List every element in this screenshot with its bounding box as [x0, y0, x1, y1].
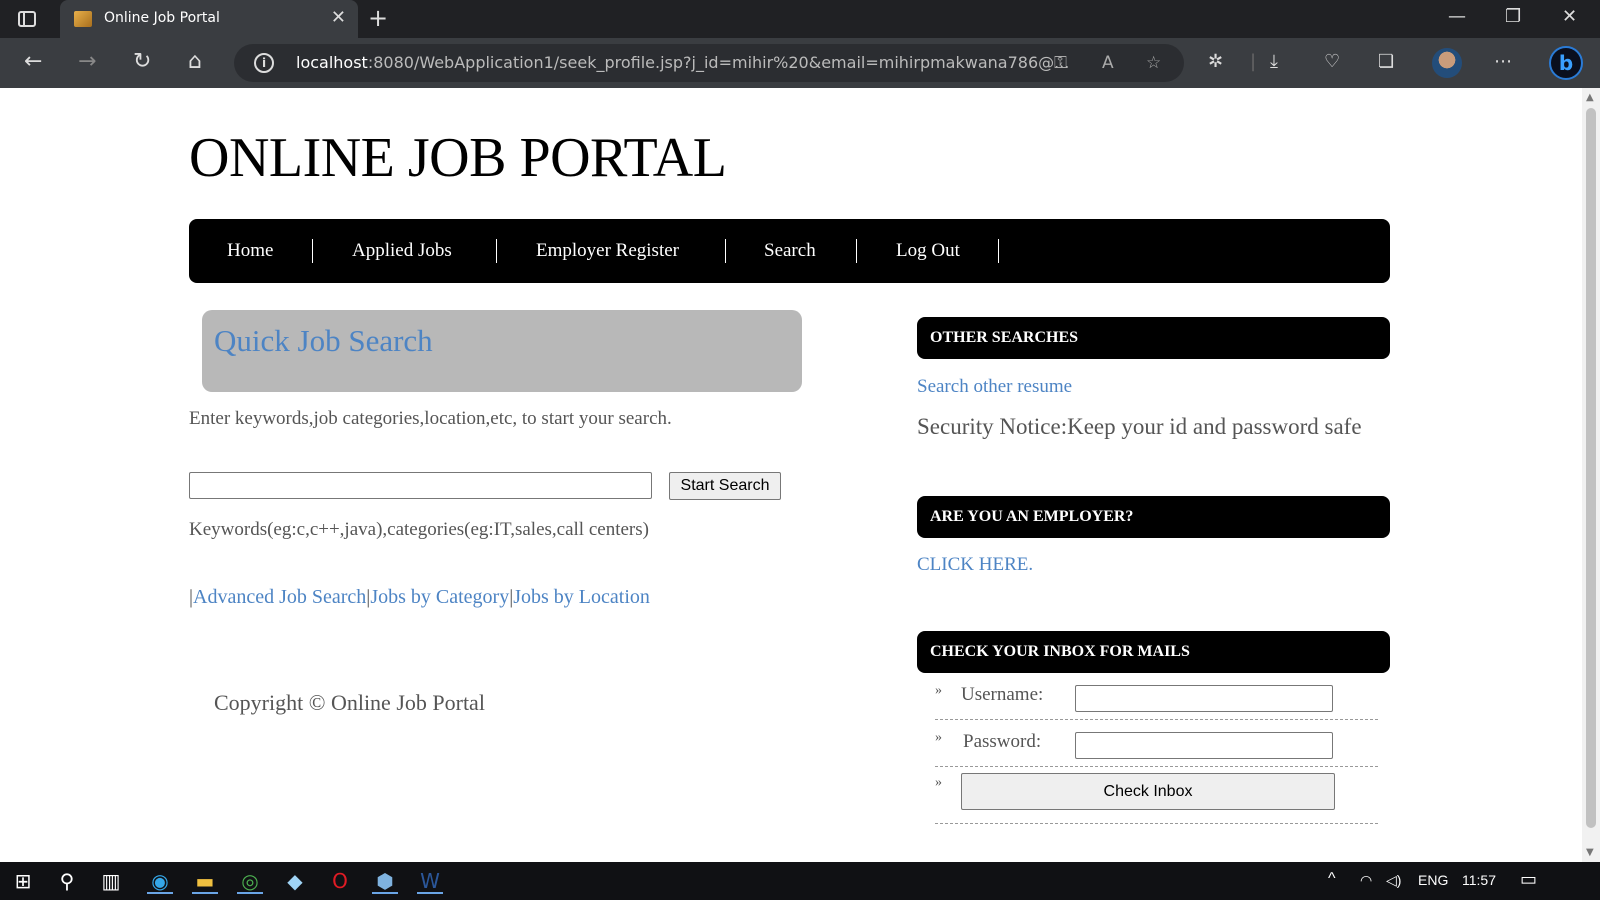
more-menu-icon[interactable]: ⋯ — [1494, 51, 1512, 72]
read-aloud-icon[interactable]: A — [1102, 53, 1114, 73]
jobs-by-location-link[interactable]: Jobs by Location — [513, 586, 650, 608]
opera-icon[interactable]: O — [327, 868, 353, 894]
employer-click-here-link[interactable]: CLICK HERE. — [917, 554, 1033, 576]
nav-separator — [312, 239, 313, 263]
toolbar-divider: | — [1250, 51, 1257, 72]
volume-icon[interactable]: ◁) — [1386, 872, 1401, 889]
employer-header: ARE YOU AN EMPLOYER? — [917, 496, 1390, 538]
quick-search-title: Quick Job Search — [214, 323, 433, 358]
scroll-down-icon[interactable]: ▼ — [1586, 847, 1594, 858]
username-row: » Username: — [935, 673, 1378, 720]
nav-search[interactable]: Search — [764, 240, 816, 262]
start-menu-icon[interactable]: ⊞ — [10, 868, 36, 894]
search-links: |Advanced Job Search|Jobs by Category|Jo… — [189, 586, 650, 609]
word-icon[interactable]: W — [417, 868, 443, 894]
restore-icon[interactable]: ❐ — [1505, 6, 1521, 27]
bullet-icon: » — [935, 683, 942, 698]
task-view-icon[interactable]: ▥ — [98, 868, 124, 894]
quick-search-header: Quick Job Search — [202, 310, 802, 392]
search-icon[interactable]: ⚲ — [54, 868, 80, 894]
browser-tab[interactable]: Online Job Portal ✕ — [60, 0, 358, 38]
wifi-icon[interactable]: ◠ — [1360, 872, 1372, 889]
site-favicon-icon — [74, 11, 92, 27]
favorite-add-icon[interactable]: ☆ — [1146, 53, 1161, 73]
inbox-header: CHECK YOUR INBOX FOR MAILS — [917, 631, 1390, 673]
page-scrollbar[interactable]: ▲ ▼ — [1582, 88, 1600, 862]
password-row: » Password: — [935, 720, 1378, 767]
browser-essentials-icon[interactable]: ♡ — [1324, 51, 1340, 72]
windows-taskbar: ⊞ ⚲ ▥ ◉ ▬ ◎ ◆ O ⬢ W ^ ◠ ◁) ENG 11:57 ▭ — [0, 862, 1600, 900]
bullet-icon: » — [935, 775, 942, 790]
show-hidden-icons[interactable]: ^ — [1328, 870, 1336, 888]
address-bar[interactable]: i localhost:8080/WebApplication1/seek_pr… — [234, 44, 1184, 82]
minimize-icon[interactable]: — — [1448, 6, 1466, 27]
nav-separator — [998, 239, 999, 263]
nav-home[interactable]: Home — [227, 240, 273, 262]
page-viewport: ONLINE JOB PORTAL Home Applied Jobs Empl… — [0, 88, 1582, 862]
profile-avatar[interactable] — [1432, 48, 1462, 78]
browser-tab-bar: Online Job Portal ✕ + — ❐ ✕ — [0, 0, 1600, 38]
scroll-up-icon[interactable]: ▲ — [1586, 92, 1594, 103]
file-explorer-icon[interactable]: ▬ — [192, 868, 218, 894]
back-icon[interactable]: ← — [24, 50, 42, 74]
language-indicator[interactable]: ENG — [1418, 872, 1448, 888]
username-label: Username: — [961, 684, 1044, 705]
app-icon[interactable]: ◆ — [282, 868, 308, 894]
copyright-text: Copyright © Online Job Portal — [214, 690, 485, 715]
main-nav: Home Applied Jobs Employer Register Sear… — [189, 219, 1390, 283]
security-notice: Security Notice:Keep your id and passwor… — [917, 414, 1362, 439]
advanced-job-search-link[interactable]: Advanced Job Search — [193, 586, 366, 608]
url-text[interactable]: localhost:8080/WebApplication1/seek_prof… — [296, 53, 1069, 72]
new-tab-icon[interactable]: + — [368, 4, 388, 32]
key-icon[interactable]: ⚿ — [1054, 53, 1067, 73]
home-icon[interactable]: ⌂ — [188, 50, 202, 74]
nav-separator — [856, 239, 857, 263]
virtualbox-icon[interactable]: ⬢ — [372, 868, 398, 894]
search-other-resume-link[interactable]: Search other resume — [917, 376, 1072, 398]
extensions-icon[interactable]: ✲ — [1208, 51, 1223, 72]
other-searches-header: OTHER SEARCHES — [917, 317, 1390, 359]
nav-separator — [725, 239, 726, 263]
nav-applied-jobs[interactable]: Applied Jobs — [352, 240, 452, 262]
search-intro-text: Enter keywords,job categories,location,e… — [189, 408, 672, 429]
refresh-icon[interactable]: ↻ — [133, 50, 151, 74]
site-title: ONLINE JOB PORTAL — [189, 127, 727, 189]
clock[interactable]: 11:57 — [1462, 872, 1496, 888]
close-window-icon[interactable]: ✕ — [1562, 6, 1577, 27]
check-inbox-button[interactable]: Check Inbox — [961, 773, 1335, 810]
scrollbar-thumb[interactable] — [1586, 108, 1596, 828]
password-label: Password: — [963, 731, 1042, 752]
notifications-icon[interactable]: ▭ — [1520, 869, 1537, 890]
nav-employer-register[interactable]: Employer Register — [536, 240, 679, 262]
nav-separator — [496, 239, 497, 263]
tab-actions-icon[interactable] — [18, 11, 36, 27]
collections-icon[interactable]: ❏ — [1378, 51, 1394, 72]
chrome-icon[interactable]: ◎ — [237, 868, 263, 894]
job-search-input[interactable] — [189, 472, 652, 499]
username-field[interactable] — [1075, 685, 1333, 712]
close-tab-icon[interactable]: ✕ — [331, 7, 346, 28]
bing-copilot-icon[interactable]: b — [1549, 46, 1583, 80]
bullet-icon: » — [935, 730, 942, 745]
downloads-icon[interactable]: ⤓ — [1270, 51, 1278, 72]
search-hint-text: Keywords(eg:c,c++,java),categories(eg:IT… — [189, 519, 649, 540]
site-info-icon[interactable]: i — [254, 53, 274, 73]
nav-log-out[interactable]: Log Out — [896, 240, 960, 262]
start-search-button[interactable]: Start Search — [669, 472, 781, 500]
edge-browser-icon[interactable]: ◉ — [147, 868, 173, 894]
tab-title: Online Job Portal — [104, 10, 220, 26]
forward-icon[interactable]: → — [78, 50, 96, 74]
password-field[interactable] — [1075, 732, 1333, 759]
check-inbox-row: » Check Inbox — [935, 767, 1378, 824]
jobs-by-category-link[interactable]: Jobs by Category — [370, 586, 509, 608]
browser-toolbar: ← → ↻ ⌂ i localhost:8080/WebApplication1… — [0, 38, 1600, 88]
